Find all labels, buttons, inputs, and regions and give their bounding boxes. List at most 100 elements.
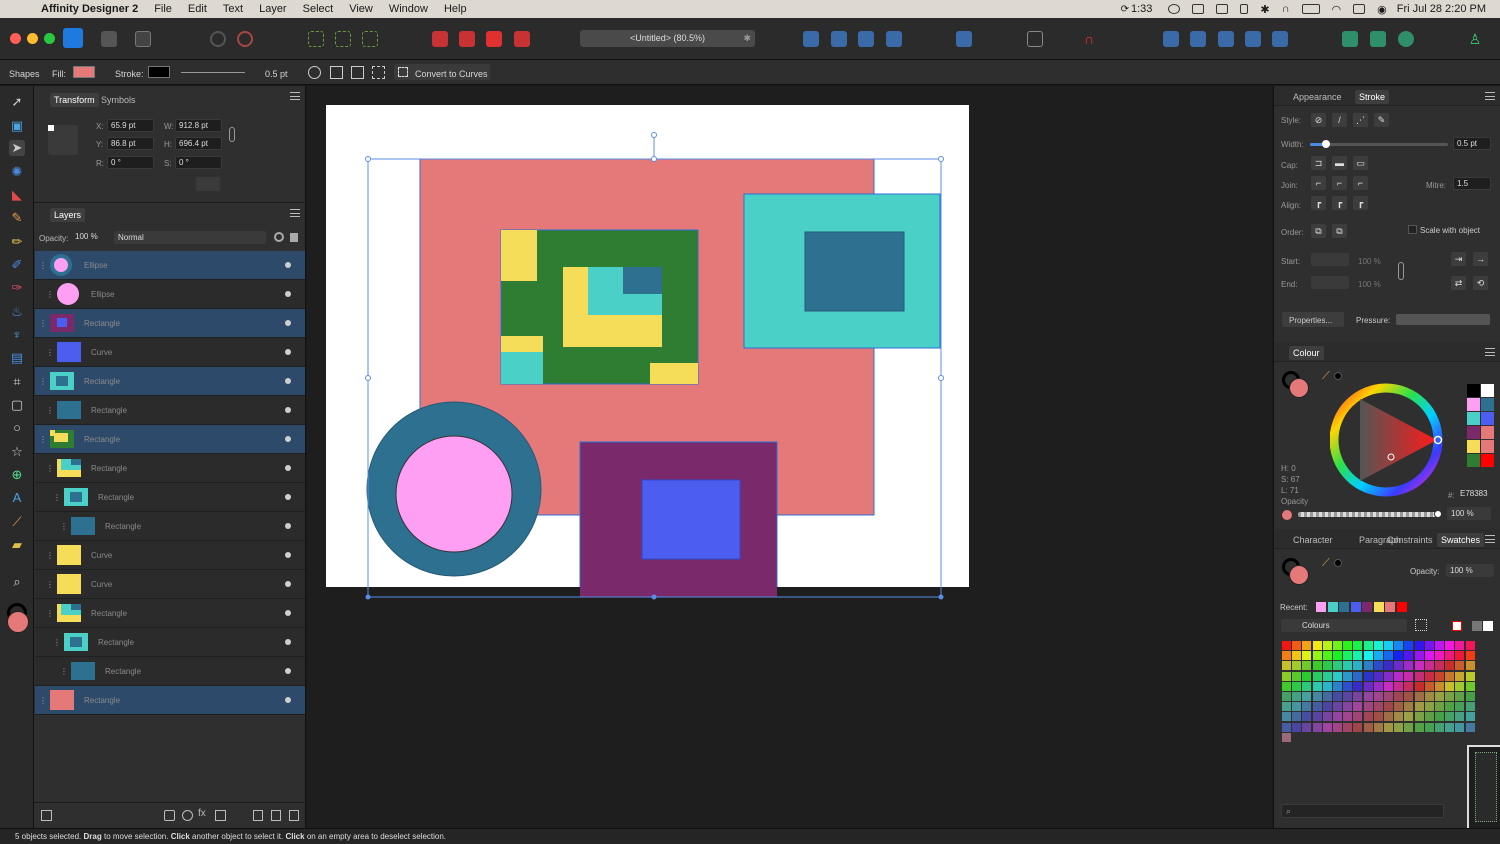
palette-swatch[interactable] xyxy=(1302,681,1312,691)
colour-black-dot[interactable] xyxy=(1334,372,1342,380)
window-close-button[interactable] xyxy=(10,33,21,44)
layer-expand-icon[interactable]: ⋮ xyxy=(39,435,47,444)
reset-arrows-icon[interactable]: ⟲ xyxy=(1473,276,1488,290)
layer-row[interactable]: ⋮ Rectangle xyxy=(35,309,305,338)
wifi-icon[interactable]: ◠ xyxy=(1332,3,1342,16)
layer-expand-icon[interactable]: ⋮ xyxy=(60,522,68,531)
menu-help[interactable]: Help xyxy=(444,3,467,15)
palette-swatch[interactable] xyxy=(1373,681,1383,691)
usb-icon[interactable] xyxy=(1240,4,1249,14)
mini-swatch[interactable] xyxy=(1481,440,1494,453)
handle-tm[interactable] xyxy=(651,156,657,162)
palette-swatch[interactable] xyxy=(1424,712,1434,722)
palette-swatch[interactable] xyxy=(1414,692,1424,701)
palette-swatch[interactable] xyxy=(1404,651,1414,661)
flip-horizontal-icon[interactable] xyxy=(803,31,819,47)
palette-swatch[interactable] xyxy=(1394,702,1404,712)
palette-swatch[interactable] xyxy=(1455,722,1465,732)
palette-swatch[interactable] xyxy=(1445,681,1455,691)
palette-swatch[interactable] xyxy=(1424,722,1434,732)
crop-tool-icon[interactable]: ⌗ xyxy=(9,374,25,390)
mini-swatch[interactable] xyxy=(1467,440,1480,453)
palette-select[interactable]: Colours xyxy=(1281,619,1407,632)
palette-swatch[interactable] xyxy=(1363,712,1373,722)
menu-window[interactable]: Window xyxy=(389,3,428,15)
recent-swatch[interactable] xyxy=(1396,602,1407,612)
x-field[interactable]: 65.9 pt xyxy=(107,119,154,132)
pixel-persona-icon[interactable] xyxy=(101,31,117,47)
layer-expand-icon[interactable]: ⋮ xyxy=(46,580,54,589)
scale-with-object-checkbox[interactable] xyxy=(1408,225,1417,234)
palette-swatch[interactable] xyxy=(1445,641,1455,650)
rotation-handle[interactable] xyxy=(651,132,657,138)
palette-swatch[interactable] xyxy=(1414,702,1424,712)
end-scale[interactable]: 100 % xyxy=(1358,280,1381,289)
palette-swatch[interactable] xyxy=(1322,641,1332,650)
palette-swatch[interactable] xyxy=(1363,722,1373,732)
palette-swatch[interactable] xyxy=(1455,681,1465,691)
layer-visibility-icon[interactable] xyxy=(285,436,291,442)
palette-swatch[interactable] xyxy=(1343,641,1353,650)
layer-row[interactable]: ⋮ Ellipse xyxy=(35,280,305,309)
menu-edit[interactable]: Edit xyxy=(188,3,207,15)
palette-swatch[interactable] xyxy=(1292,722,1302,732)
layer-expand-icon[interactable]: ⋮ xyxy=(46,348,54,357)
palette-swatch[interactable] xyxy=(1282,671,1291,681)
palette-swatch[interactable] xyxy=(1282,712,1291,722)
tab-appearance[interactable]: Appearance xyxy=(1289,90,1346,104)
palette-swatch[interactable] xyxy=(1445,712,1455,722)
palette-swatch[interactable] xyxy=(1363,671,1373,681)
window-zoom-button[interactable] xyxy=(44,33,55,44)
mini-swatch[interactable] xyxy=(1481,384,1494,397)
layer-row[interactable]: ⋮ Rectangle xyxy=(35,454,305,483)
colour-wheel[interactable] xyxy=(1330,381,1448,499)
layer-copy-icon[interactable] xyxy=(41,810,52,821)
menu-layer[interactable]: Layer xyxy=(259,3,287,15)
corner-tool-icon[interactable]: ◣ xyxy=(9,187,25,203)
hex-field[interactable]: E78383 xyxy=(1457,488,1494,501)
layer-row[interactable]: ⋮ Rectangle xyxy=(35,396,305,425)
palette-swatch[interactable] xyxy=(1465,681,1475,691)
mini-swatch[interactable] xyxy=(1481,398,1494,411)
palette-swatch[interactable] xyxy=(1302,712,1312,722)
mini-swatch[interactable] xyxy=(1467,384,1480,397)
palette-swatch[interactable] xyxy=(1404,671,1414,681)
align-inside-icon[interactable]: ┏ xyxy=(1332,196,1347,210)
layer-visibility-icon[interactable] xyxy=(285,552,291,558)
mini-swatch[interactable] xyxy=(1467,454,1480,467)
palette-swatch[interactable] xyxy=(1363,702,1373,712)
tab-colour[interactable]: Colour xyxy=(1289,346,1324,360)
palette-swatch[interactable] xyxy=(1292,641,1302,650)
layer-row[interactable]: ⋮ Ellipse xyxy=(35,251,305,280)
palette-swatch[interactable] xyxy=(1363,681,1373,691)
close-document-icon[interactable]: ✱ xyxy=(743,30,751,47)
layer-expand-icon[interactable]: ⋮ xyxy=(46,551,54,560)
palette-swatch[interactable] xyxy=(1302,722,1312,732)
palette-swatch[interactable] xyxy=(1343,671,1353,681)
palette-swatch[interactable] xyxy=(1302,661,1312,671)
palette-swatch[interactable] xyxy=(1343,681,1353,691)
palette-swatch[interactable] xyxy=(1384,641,1393,650)
tab-stroke[interactable]: Stroke xyxy=(1355,90,1390,104)
palette-swatch[interactable] xyxy=(1384,671,1393,681)
palette-swatch[interactable] xyxy=(1404,702,1414,712)
fx-icon[interactable]: fx xyxy=(198,808,206,819)
delete-cross-icon[interactable] xyxy=(271,810,281,821)
colour-picker-icon[interactable]: ⟋ xyxy=(1322,370,1330,383)
pencil-tool-icon[interactable]: ✏ xyxy=(9,234,25,250)
palette-swatch[interactable] xyxy=(1465,661,1475,671)
node-tool-icon[interactable]: ➤ xyxy=(9,140,25,156)
layer-row[interactable]: ⋮ Rectangle xyxy=(35,483,305,512)
palette-swatch[interactable] xyxy=(1435,671,1444,681)
palette-swatch[interactable] xyxy=(1424,651,1434,661)
rotation-field[interactable]: 0 ° xyxy=(107,156,154,169)
palette-swatch[interactable] xyxy=(1424,681,1434,691)
palette-swatch[interactable] xyxy=(1333,702,1342,712)
layer-expand-icon[interactable]: ⋮ xyxy=(53,493,61,502)
palette-swatch[interactable] xyxy=(1455,641,1465,650)
window-minimize-button[interactable] xyxy=(27,33,38,44)
arrow-position-icon[interactable]: ⇥ xyxy=(1451,252,1466,266)
palette-swatch[interactable] xyxy=(1322,661,1332,671)
palette-swatch[interactable] xyxy=(1424,671,1434,681)
palette-swatch[interactable] xyxy=(1353,661,1363,671)
